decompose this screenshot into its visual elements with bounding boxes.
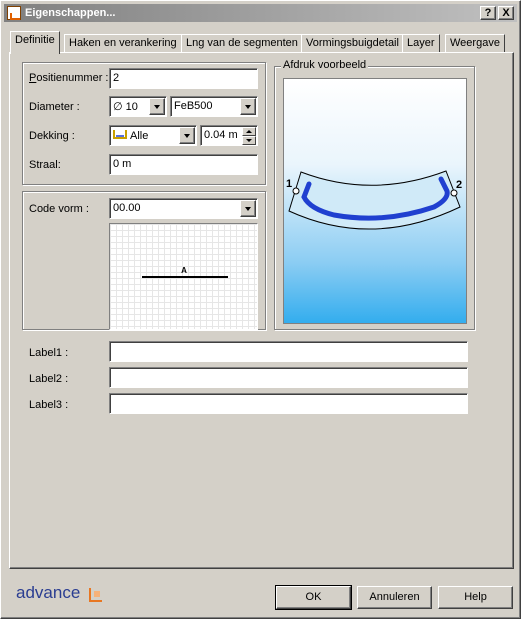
label1-label: Label1 : bbox=[29, 347, 69, 359]
straal-label: Straal: bbox=[29, 159, 61, 171]
title-bar[interactable]: Eigenschappen... ? X bbox=[4, 4, 517, 22]
print-preview-drawing: 1 2 bbox=[286, 170, 462, 230]
help-button[interactable]: Help bbox=[438, 586, 513, 609]
marker-1-label: 1 bbox=[286, 178, 292, 190]
label2-label: Label2 : bbox=[29, 373, 69, 385]
label2-field[interactable] bbox=[109, 367, 468, 388]
diameter-dropdown-button[interactable] bbox=[149, 98, 165, 115]
dekking-label: Dekking : bbox=[29, 130, 75, 142]
dekking-select[interactable]: Alle bbox=[109, 125, 197, 146]
cancel-button[interactable]: Annuleren bbox=[357, 586, 432, 609]
dekking-amount-spinner[interactable]: 0.04 m bbox=[200, 125, 258, 146]
positienummer-field[interactable]: 2 bbox=[109, 68, 258, 89]
dekking-dropdown-button[interactable] bbox=[179, 127, 195, 144]
marker-1-circle bbox=[292, 187, 300, 195]
brand-logo-icon bbox=[89, 588, 102, 602]
app-icon bbox=[7, 6, 21, 20]
steel-grade-dropdown-button[interactable] bbox=[240, 98, 256, 115]
positienummer-label-text: ositienummer : bbox=[36, 72, 109, 84]
tab-haken-en-verankering[interactable]: Haken en verankering bbox=[64, 34, 182, 53]
print-preview-caption: Afdruk voorbeeld bbox=[281, 59, 369, 71]
diameter-label: Diameter : bbox=[29, 101, 80, 113]
positienummer-label: Positienummer : bbox=[29, 72, 109, 84]
tab-vormingsbuigdetail[interactable]: Vormingsbuigdetail bbox=[301, 34, 404, 53]
window-title: Eigenschappen... bbox=[25, 7, 116, 19]
code-vorm-value: 00.00 bbox=[113, 202, 141, 214]
code-vorm-select[interactable]: 00.00 bbox=[109, 198, 258, 219]
dekking-value: Alle bbox=[130, 130, 149, 142]
dekking-amount-value: 0.04 m bbox=[204, 129, 238, 141]
label3-field[interactable] bbox=[109, 393, 468, 414]
steel-grade-select[interactable]: FeB500 bbox=[170, 96, 258, 117]
code-vorm-label: Code vorm : bbox=[29, 203, 89, 215]
straal-field[interactable]: 0 m bbox=[109, 154, 258, 175]
marker-2-label: 2 bbox=[456, 179, 462, 191]
properties-dialog: Eigenschappen... ? X Definitie Haken en … bbox=[0, 0, 521, 619]
tab-lng-van-de-segmenten[interactable]: Lng van de segmenten bbox=[181, 34, 303, 53]
steel-grade-value: FeB500 bbox=[174, 100, 213, 112]
cover-icon bbox=[113, 130, 127, 139]
label1-field[interactable] bbox=[109, 341, 468, 362]
segment-a-label: A bbox=[181, 266, 187, 275]
tab-weergave[interactable]: Weergave bbox=[445, 34, 505, 53]
shape-preview-drawing: A bbox=[142, 266, 228, 278]
shape-preview: A bbox=[109, 223, 258, 330]
tab-definitie[interactable]: Definitie bbox=[10, 31, 60, 54]
label3-label: Label3 : bbox=[29, 399, 69, 411]
diameter-select[interactable]: ∅ 10 bbox=[109, 96, 167, 117]
dekking-spin-down-button[interactable] bbox=[242, 136, 256, 145]
close-button[interactable]: X bbox=[498, 6, 514, 20]
straal-label-text: Straal: bbox=[29, 159, 61, 171]
code-vorm-dropdown-button[interactable] bbox=[240, 200, 256, 217]
print-preview: 1 2 bbox=[283, 78, 467, 324]
tab-layer[interactable]: Layer bbox=[402, 34, 440, 53]
ok-button[interactable]: OK bbox=[275, 585, 352, 610]
help-title-button[interactable]: ? bbox=[480, 6, 496, 20]
brand-logo-text: advance bbox=[16, 583, 81, 602]
dekking-spin-up-button[interactable] bbox=[242, 127, 256, 136]
diameter-value: ∅ 10 bbox=[113, 101, 138, 113]
